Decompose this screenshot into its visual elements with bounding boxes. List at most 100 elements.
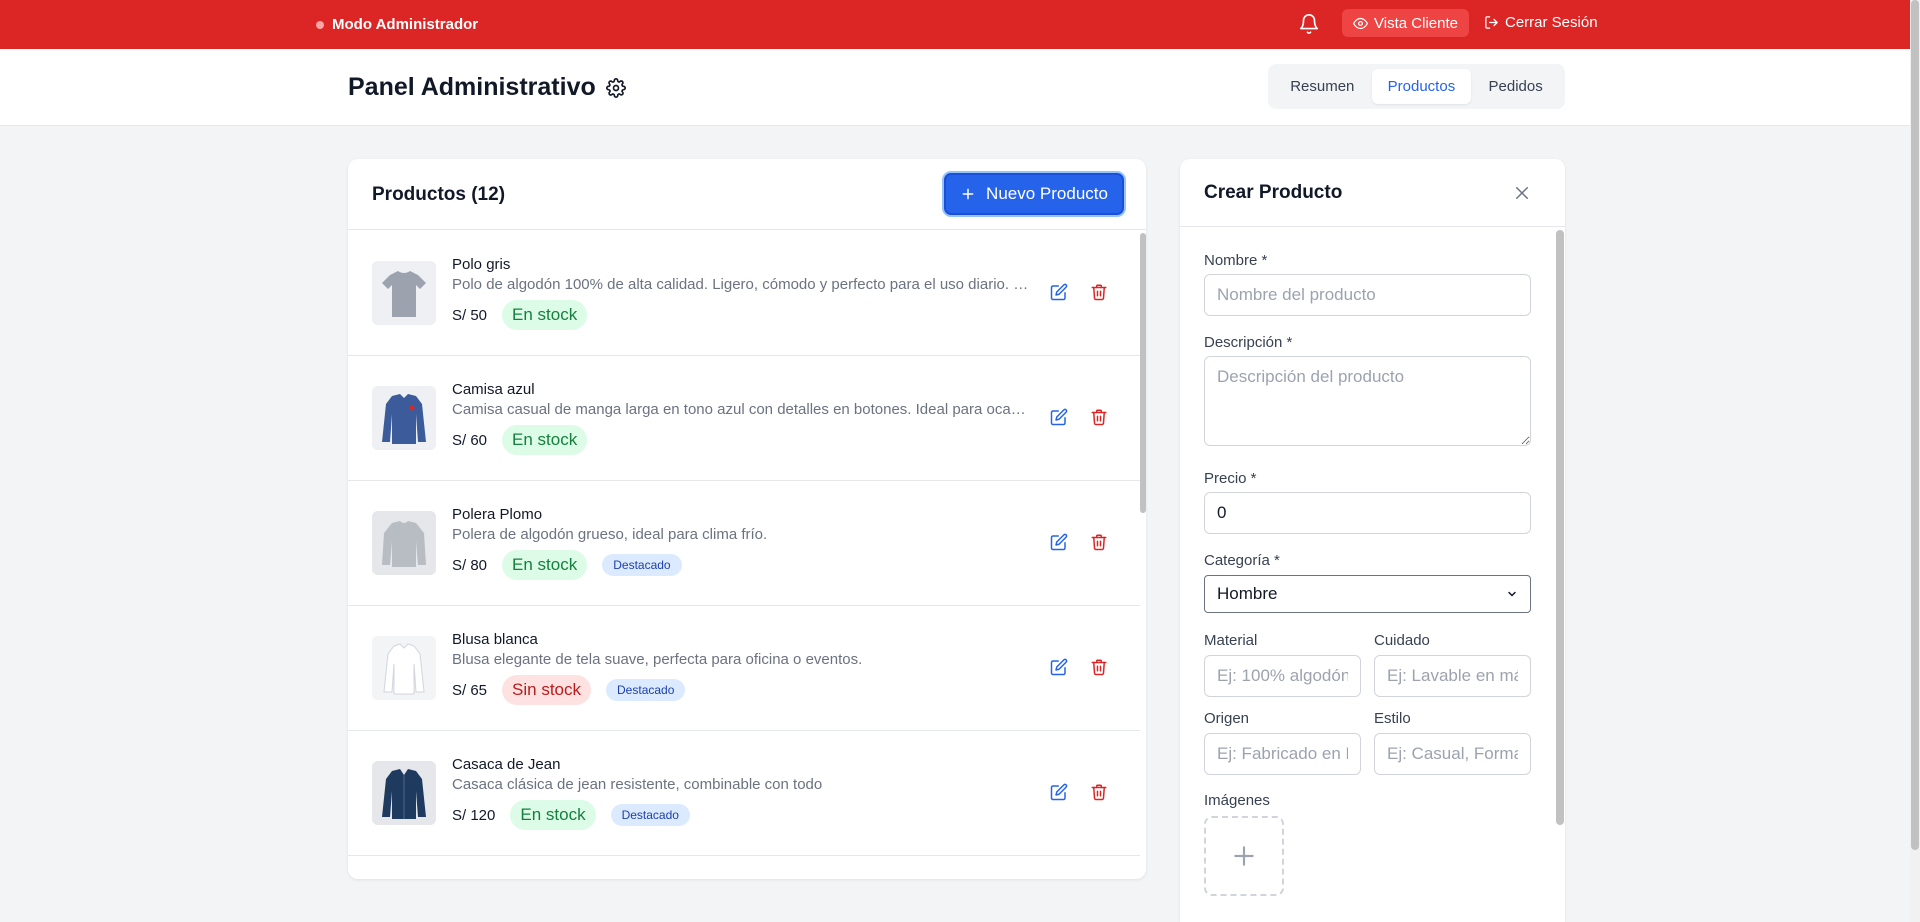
plus-icon [1234, 846, 1254, 866]
stock-badge: En stock [502, 550, 588, 580]
product-thumbnail [372, 761, 436, 825]
eye-icon [1353, 17, 1369, 29]
product-row: Camisa azul Camisa casual de manga larga… [348, 356, 1140, 481]
product-description: Polera de algodón grueso, ideal para cli… [452, 526, 768, 543]
close-icon[interactable] [1513, 184, 1531, 202]
bell-icon[interactable] [1298, 13, 1320, 35]
trash-icon[interactable] [1090, 408, 1108, 426]
product-thumbnail [372, 636, 436, 700]
description-field[interactable] [1204, 356, 1531, 446]
page-title-text: Panel Administrativo [348, 73, 596, 101]
trash-icon[interactable] [1090, 283, 1108, 301]
name-field[interactable] [1204, 274, 1531, 316]
product-name: Casaca de Jean [452, 756, 561, 773]
logout-button[interactable]: Cerrar Sesión [1484, 0, 1598, 45]
stock-badge: En stock [502, 425, 588, 455]
page-header: Panel Administrativo Resumen Productos P… [0, 49, 1910, 126]
edit-icon[interactable] [1050, 408, 1068, 426]
new-product-label: Nuevo Producto [986, 184, 1108, 203]
price-field[interactable] [1204, 492, 1531, 534]
page-scrollbar[interactable] [1910, 0, 1920, 922]
price-label: Precio * [1204, 470, 1257, 487]
featured-badge: Destacado [606, 679, 686, 701]
create-product-header: Crear Producto [1180, 159, 1565, 227]
product-description: Blusa elegante de tela suave, perfecta p… [452, 651, 863, 668]
product-description: Camisa casual de manga larga en tono azu… [452, 401, 1032, 418]
admin-mode-indicator: Modo Administrador [316, 0, 478, 49]
product-row: Polo gris Polo de algodón 100% de alta c… [348, 231, 1140, 356]
products-panel: Productos (12) Nuevo Producto Polo gris … [348, 159, 1146, 879]
add-image-button[interactable] [1204, 816, 1284, 896]
origin-field[interactable] [1204, 733, 1361, 775]
product-meta: S/ 65 Sin stock Destacado [452, 675, 686, 705]
product-thumbnail [372, 511, 436, 575]
product-meta: S/ 80 En stock Destacado [452, 550, 682, 580]
create-product-title: Crear Producto [1204, 182, 1343, 203]
edit-icon[interactable] [1050, 783, 1068, 801]
category-label: Categoría * [1204, 552, 1280, 569]
style-label: Estilo [1374, 710, 1411, 727]
product-row: Blusa blanca Blusa elegante de tela suav… [348, 606, 1140, 731]
tab-productos[interactable]: Productos [1371, 69, 1472, 104]
product-price: S/ 60 [452, 431, 488, 449]
tab-resumen[interactable]: Resumen [1273, 69, 1372, 104]
origin-label: Origen [1204, 710, 1250, 727]
style-field[interactable] [1374, 733, 1531, 775]
product-name: Polo gris [452, 256, 511, 273]
products-header: Productos (12) Nuevo Producto [348, 159, 1146, 230]
description-label: Descripción * [1204, 334, 1293, 351]
material-field[interactable] [1204, 655, 1361, 697]
stock-badge: Sin stock [502, 675, 592, 705]
product-meta: S/ 60 En stock [452, 425, 588, 455]
plus-icon [962, 188, 974, 200]
logout-label: Cerrar Sesión [1505, 14, 1598, 31]
trash-icon[interactable] [1090, 658, 1108, 676]
images-label: Imágenes [1204, 792, 1270, 809]
new-product-button[interactable]: Nuevo Producto [944, 173, 1124, 215]
product-description: Casaca clásica de jean resistente, combi… [452, 776, 823, 793]
product-list-scrollbar[interactable] [1140, 231, 1146, 879]
product-list: Polo gris Polo de algodón 100% de alta c… [348, 231, 1146, 879]
product-name: Blusa blanca [452, 631, 538, 648]
create-product-panel: Crear Producto Nombre * Descripción * Pr… [1180, 159, 1565, 922]
chevron-down-icon [1508, 591, 1516, 597]
featured-badge: Destacado [610, 804, 690, 826]
category-value: Hombre [1217, 584, 1278, 603]
product-meta: S/ 120 En stock Destacado [452, 800, 690, 830]
product-price: S/ 120 [452, 806, 496, 824]
product-thumbnail [372, 386, 436, 450]
material-label: Material [1204, 632, 1258, 649]
care-field[interactable] [1374, 655, 1531, 697]
name-label: Nombre * [1204, 252, 1268, 269]
logout-icon [1485, 16, 1498, 29]
product-thumbnail [372, 261, 436, 325]
trash-icon[interactable] [1090, 533, 1108, 551]
gear-icon[interactable] [605, 77, 626, 98]
edit-icon[interactable] [1050, 658, 1068, 676]
care-label: Cuidado [1374, 632, 1430, 649]
edit-icon[interactable] [1050, 533, 1068, 551]
category-select[interactable]: Hombre [1204, 575, 1531, 613]
client-view-button[interactable]: Vista Cliente [1342, 9, 1469, 37]
client-view-label: Vista Cliente [1374, 14, 1458, 32]
trash-icon[interactable] [1090, 783, 1108, 801]
create-form-scrollbar[interactable] [1556, 228, 1564, 922]
stock-badge: En stock [502, 300, 588, 330]
featured-badge: Destacado [602, 554, 682, 576]
admin-topbar: Modo Administrador Vista Cliente Cerrar … [0, 0, 1910, 49]
product-price: S/ 65 [452, 681, 488, 699]
product-description: Polo de algodón 100% de alta calidad. Li… [452, 276, 1032, 293]
admin-mode-label: Modo Administrador [332, 16, 479, 33]
page-title: Panel Administrativo [348, 49, 626, 126]
product-price: S/ 80 [452, 556, 488, 574]
admin-tabs: Resumen Productos Pedidos [1268, 64, 1565, 109]
product-name: Camisa azul [452, 381, 535, 398]
product-name: Polera Plomo [452, 506, 543, 523]
tab-pedidos[interactable]: Pedidos [1471, 69, 1560, 104]
product-row: Casaca de Jean Casaca clásica de jean re… [348, 731, 1140, 856]
products-title: Productos (12) [372, 183, 506, 205]
product-meta: S/ 50 En stock [452, 300, 588, 330]
edit-icon[interactable] [1050, 283, 1068, 301]
product-row: Polera Plomo Polera de algodón grueso, i… [348, 481, 1140, 606]
status-dot [316, 20, 324, 29]
